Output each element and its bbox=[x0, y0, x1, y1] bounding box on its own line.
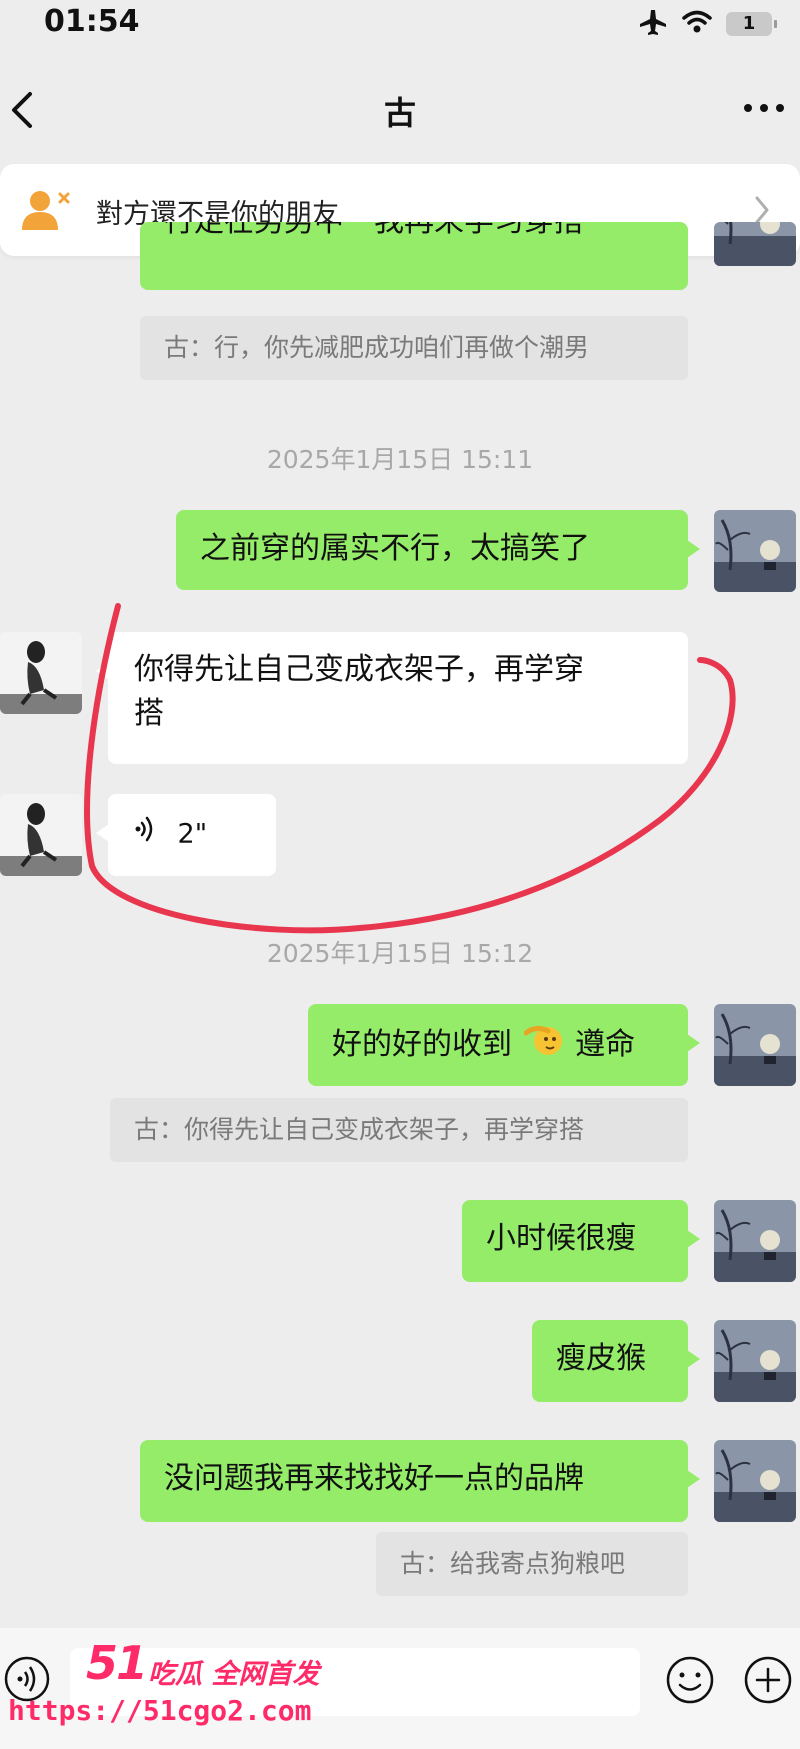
wifi-icon bbox=[682, 10, 712, 38]
battery-icon: 1 bbox=[726, 12, 777, 36]
watermark-logo: 51 bbox=[86, 1636, 148, 1690]
message-timestamp: 2025年1月15日 15:11 bbox=[266, 445, 534, 474]
my-avatar[interactable] bbox=[714, 1440, 796, 1522]
site-watermark: 51 吃瓜 全网首发 https://51cgo2.com bbox=[0, 1632, 330, 1749]
contact-avatar[interactable] bbox=[0, 794, 82, 876]
my-avatar[interactable] bbox=[714, 1320, 796, 1402]
message-outgoing[interactable]: 瘦皮猴 bbox=[532, 1320, 700, 1402]
battery-level: 1 bbox=[742, 13, 756, 34]
my-avatar[interactable] bbox=[714, 510, 796, 592]
status-icons: 1 bbox=[638, 8, 777, 40]
voice-duration: 2" bbox=[177, 818, 208, 850]
voice-message[interactable]: 2" bbox=[96, 794, 276, 876]
watermark-url: https://51cgo2.com bbox=[8, 1694, 312, 1727]
airplane-icon bbox=[638, 8, 668, 40]
message-timestamp: 2025年1月15日 15:12 bbox=[266, 939, 534, 968]
more-dots-icon[interactable] bbox=[742, 100, 786, 114]
message-outgoing-partial[interactable]: 行走在男男中一我再来学习穿搭 bbox=[140, 222, 688, 290]
my-avatar[interactable] bbox=[714, 1200, 796, 1282]
voice-wave-icon bbox=[132, 813, 158, 857]
message-incoming[interactable]: 你得先让自己变成衣架子，再学穿 搭 bbox=[96, 632, 688, 764]
status-bar: 01:54 1 bbox=[0, 0, 800, 50]
watermark-title: 吃瓜 全网首发 bbox=[148, 1659, 320, 1690]
quoted-reply[interactable]: 古：你得先让自己变成衣架子，再学穿搭 bbox=[110, 1098, 688, 1162]
quoted-reply[interactable]: 古：行，你先减肥成功咱们再做个潮男 bbox=[140, 316, 688, 380]
salute-emoji-icon bbox=[523, 1021, 564, 1070]
quoted-reply[interactable]: 古：给我寄点狗粮吧 bbox=[376, 1532, 688, 1596]
add-friend-icon bbox=[20, 188, 72, 232]
message-outgoing[interactable]: 没问题我再来找找好一点的品牌 bbox=[140, 1440, 700, 1522]
contact-avatar[interactable] bbox=[0, 632, 82, 714]
my-avatar[interactable] bbox=[714, 222, 796, 266]
emoji-icon[interactable] bbox=[664, 1654, 716, 1706]
nav-bar: 古 bbox=[0, 70, 800, 150]
status-time: 01:54 bbox=[44, 4, 140, 39]
chat-title: 古 bbox=[383, 94, 416, 132]
message-outgoing[interactable]: 好的好的收到 遵命 bbox=[308, 1004, 700, 1086]
my-avatar[interactable] bbox=[714, 1004, 796, 1086]
message-outgoing[interactable]: 之前穿的属实不行，太搞笑了 bbox=[176, 510, 700, 590]
message-outgoing[interactable]: 小时候很瘦 bbox=[462, 1200, 700, 1282]
plus-icon[interactable] bbox=[742, 1654, 794, 1706]
chat-messages: 行走在男男中一我再来学习穿搭 古：行，你先减肥成功咱们再做个潮男 2025年1月… bbox=[0, 222, 800, 1606]
